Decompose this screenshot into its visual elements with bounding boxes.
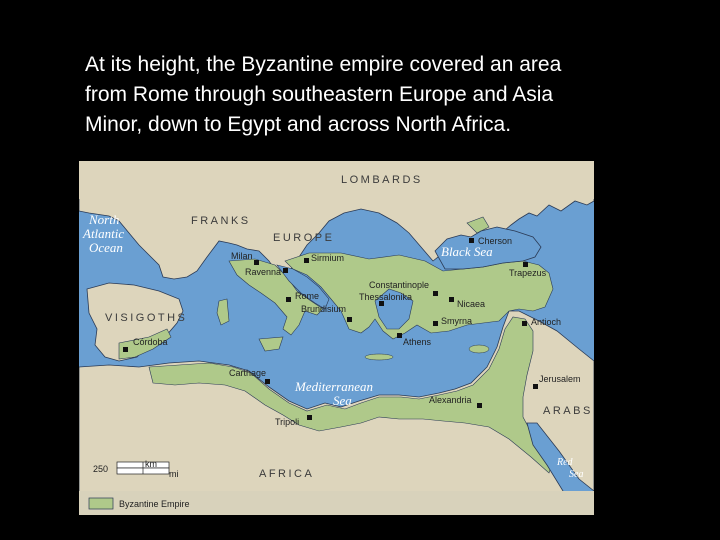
svg-text:Athens: Athens bbox=[403, 337, 432, 347]
legend-label: Byzantine Empire bbox=[119, 499, 190, 509]
caption: At its height, the Byzantine empire cove… bbox=[85, 50, 685, 140]
legend-swatch bbox=[88, 497, 114, 510]
sea-med-2: Sea bbox=[333, 393, 352, 408]
sea-med-1: Mediterranean bbox=[294, 379, 373, 394]
svg-text:Córdoba: Córdoba bbox=[133, 337, 168, 347]
caption-line-2: from Rome through southeastern Europe an… bbox=[85, 83, 554, 106]
svg-text:Trapezus: Trapezus bbox=[509, 268, 547, 278]
scale-unit-km: km bbox=[145, 459, 157, 469]
svg-text:Ravenna: Ravenna bbox=[245, 267, 281, 277]
scale-value: 250 bbox=[93, 464, 108, 474]
sea-atlantic-3: Ocean bbox=[89, 240, 123, 255]
svg-text:Alexandria: Alexandria bbox=[429, 395, 472, 405]
svg-text:Rome: Rome bbox=[295, 291, 319, 301]
svg-text:Sirmium: Sirmium bbox=[311, 253, 344, 263]
cyprus bbox=[468, 344, 490, 354]
sea-atlantic-1: North bbox=[88, 212, 119, 227]
sea-black: Black Sea bbox=[441, 244, 493, 259]
svg-text:Cherson: Cherson bbox=[478, 236, 512, 246]
region-africa: AFRICA bbox=[259, 468, 314, 480]
region-visigoths: VISIGOTHS bbox=[105, 312, 187, 324]
svg-text:Jerusalem: Jerusalem bbox=[539, 374, 581, 384]
svg-text:Milan: Milan bbox=[231, 251, 253, 261]
svg-text:Nicaea: Nicaea bbox=[457, 299, 485, 309]
caption-line-3: Minor, down to Egypt and across North Af… bbox=[85, 113, 512, 136]
region-arabs: ARABS bbox=[543, 405, 593, 417]
caption-line-1: At its height, the Byzantine empire cove… bbox=[85, 53, 562, 76]
region-lombards: LOMBARDS bbox=[341, 174, 423, 186]
svg-text:Brundisium: Brundisium bbox=[301, 304, 346, 314]
region-franks: FRANKS bbox=[191, 215, 251, 227]
svg-text:Smyrna: Smyrna bbox=[441, 316, 472, 326]
crete bbox=[364, 353, 394, 361]
map-svg: LOMBARDS FRANKS EUROPE VISIGOTHS AFRICA … bbox=[79, 161, 594, 515]
svg-text:Antioch: Antioch bbox=[531, 317, 561, 327]
svg-text:Thessalonika: Thessalonika bbox=[359, 292, 412, 302]
sea-red-2: Sea bbox=[569, 469, 583, 480]
scale-unit-mi: mi bbox=[169, 469, 179, 479]
byzantine-empire-map: LOMBARDS FRANKS EUROPE VISIGOTHS AFRICA … bbox=[79, 161, 594, 515]
svg-text:Carthage: Carthage bbox=[229, 368, 266, 378]
region-europe: EUROPE bbox=[273, 232, 334, 244]
svg-text:Tripoli: Tripoli bbox=[275, 417, 299, 427]
sea-atlantic-2: Atlantic bbox=[82, 226, 124, 241]
north-land bbox=[79, 161, 594, 199]
sea-red-1: Red bbox=[556, 457, 574, 468]
legend: Byzantine Empire bbox=[88, 497, 190, 510]
svg-text:Constantinople: Constantinople bbox=[369, 280, 429, 290]
